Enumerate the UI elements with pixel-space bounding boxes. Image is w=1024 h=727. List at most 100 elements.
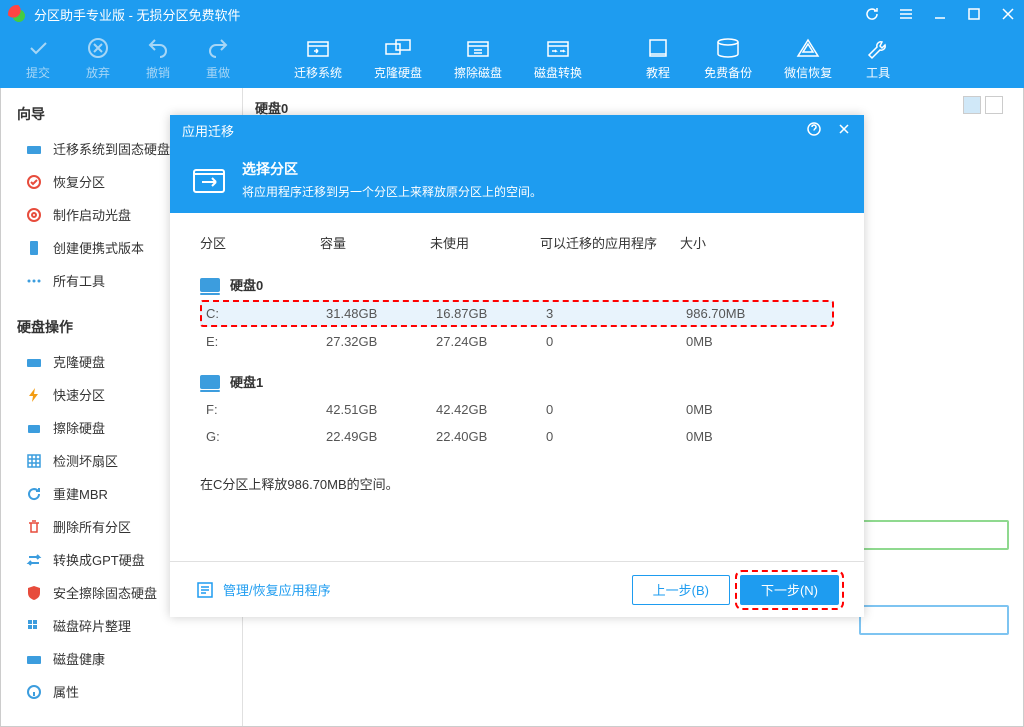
undo-button[interactable]: 撤销 [128, 32, 188, 85]
partition-row[interactable]: G: 22.49GB 22.40GB 0 0MB [200, 423, 834, 450]
sidebar-item-label: 删除所有分区 [53, 517, 131, 536]
sidebar-item-label: 制作启动光盘 [53, 205, 131, 224]
wipe-disk-button[interactable]: 擦除磁盘 [438, 32, 518, 85]
back-button[interactable]: 上一步(B) [632, 575, 730, 605]
disk-convert-button[interactable]: 磁盘转换 [518, 32, 598, 85]
col-partition: 分区 [200, 233, 320, 252]
refresh-icon [25, 485, 43, 503]
sidebar-item-label: 擦除硬盘 [53, 418, 105, 437]
check-icon [24, 36, 52, 60]
tutorial-button[interactable]: 教程 [628, 32, 688, 85]
shield-icon [25, 584, 43, 602]
cancel-icon [84, 36, 112, 60]
migrate-icon [304, 36, 332, 60]
app-logo-icon [8, 5, 26, 23]
maximize-icon[interactable] [966, 6, 982, 22]
dialog-title: 应用迁移 [182, 121, 792, 140]
disk-icon [200, 278, 220, 292]
toolbar: 提交 放弃 撤销 重做 迁移系统 克隆硬盘 擦除磁盘 磁盘转换 教程 免费备份 … [0, 28, 1024, 88]
arrows-icon [25, 551, 43, 569]
sidebar-item-label: 重建MBR [53, 484, 108, 503]
clone-icon [384, 36, 412, 60]
redo-icon [204, 36, 232, 60]
sidebar-item-label: 恢复分区 [53, 172, 105, 191]
disk-header: 硬盘0 [200, 270, 834, 299]
close-icon[interactable] [836, 121, 852, 140]
grid-view-button[interactable] [963, 96, 981, 114]
list-icon [195, 580, 215, 600]
sidebar-item-label: 磁盘碎片整理 [53, 616, 131, 635]
window-controls [864, 6, 1016, 22]
partition-row[interactable]: F: 42.51GB 42.42GB 0 0MB [200, 396, 834, 423]
sidebar-item-label: 安全擦除固态硬盘 [53, 583, 157, 602]
ssd-icon [25, 140, 43, 158]
col-capacity: 容量 [320, 233, 430, 252]
sidebar-item-label: 磁盘健康 [53, 649, 105, 668]
discard-button[interactable]: 放弃 [68, 32, 128, 85]
info-icon [25, 683, 43, 701]
disk-name: 硬盘1 [230, 372, 263, 391]
minimize-icon[interactable] [932, 6, 948, 22]
book-icon [644, 36, 672, 60]
partition-row[interactable]: C: 31.48GB 16.87GB 3 986.70MB [200, 300, 834, 327]
col-migratable: 可以迁移的应用程序 [540, 233, 680, 252]
clone-icon [25, 353, 43, 371]
release-text: 在C分区上释放986.70MB的空间。 [200, 474, 834, 493]
col-size: 大小 [680, 233, 834, 252]
partition-row[interactable]: E: 27.32GB 27.24GB 0 0MB [200, 328, 834, 355]
cd-icon [25, 206, 43, 224]
window-title: 分区助手专业版 - 无损分区免费软件 [34, 5, 864, 24]
folder-arrow-icon [190, 160, 228, 198]
refresh-icon[interactable] [864, 6, 880, 22]
col-unused: 未使用 [430, 233, 540, 252]
menu-icon[interactable] [898, 6, 914, 22]
grid-icon [25, 452, 43, 470]
view-toggle [963, 96, 1003, 114]
heart-icon [25, 650, 43, 668]
sidebar-item-label: 快速分区 [53, 385, 105, 404]
recover-icon [25, 173, 43, 191]
disk-name: 硬盘0 [230, 275, 263, 294]
sidebar-item-label: 所有工具 [53, 271, 105, 290]
sidebar-item-disk-health[interactable]: 磁盘健康 [1, 642, 242, 675]
eraser-icon [25, 419, 43, 437]
dialog-titlebar: 应用迁移 [170, 115, 864, 145]
migrate-system-button[interactable]: 迁移系统 [278, 32, 358, 85]
clone-disk-button[interactable]: 克隆硬盘 [358, 32, 438, 85]
free-backup-button[interactable]: 免费备份 [688, 32, 768, 85]
partition-bar-blue [859, 605, 1009, 635]
table-header: 分区 容量 未使用 可以迁移的应用程序 大小 [200, 233, 834, 260]
help-icon[interactable] [806, 121, 822, 140]
disk-icon [200, 375, 220, 389]
tools-button[interactable]: 工具 [848, 32, 908, 85]
manage-recover-link[interactable]: 管理/恢复应用程序 [195, 580, 331, 600]
app-migration-dialog: 应用迁移 选择分区 将应用程序迁移到另一个分区上来释放原分区上的空间。 分区 容… [170, 115, 864, 617]
banner-subtitle: 将应用程序迁移到另一个分区上来释放原分区上的空间。 [242, 183, 542, 200]
redo-button[interactable]: 重做 [188, 32, 248, 85]
next-button[interactable]: 下一步(N) [740, 575, 839, 605]
sidebar-item-label: 克隆硬盘 [53, 352, 105, 371]
undo-icon [144, 36, 172, 60]
dots-icon [25, 272, 43, 290]
sidebar-item-label: 属性 [53, 682, 79, 701]
sidebar-item-label: 检测坏扇区 [53, 451, 118, 470]
lightning-icon [25, 386, 43, 404]
banner-title: 选择分区 [242, 159, 542, 179]
dialog-footer: 管理/恢复应用程序 上一步(B) 下一步(N) [170, 561, 864, 617]
dialog-body: 分区 容量 未使用 可以迁移的应用程序 大小 硬盘0 C: 31.48GB 16… [170, 213, 864, 561]
wechat-recovery-button[interactable]: 微信恢复 [768, 32, 848, 85]
list-view-button[interactable] [985, 96, 1003, 114]
commit-button[interactable]: 提交 [8, 32, 68, 85]
defrag-icon [25, 617, 43, 635]
trash-icon [25, 518, 43, 536]
partition-bar-green [859, 520, 1009, 550]
disk-header: 硬盘1 [200, 367, 834, 396]
wrench-icon [864, 36, 892, 60]
partition-table: 分区 容量 未使用 可以迁移的应用程序 大小 硬盘0 C: 31.48GB 16… [200, 233, 834, 450]
sidebar-item-label: 转换成GPT硬盘 [53, 550, 145, 569]
wipe-icon [464, 36, 492, 60]
dialog-banner: 选择分区 将应用程序迁移到另一个分区上来释放原分区上的空间。 [170, 145, 864, 213]
sidebar-item-properties[interactable]: 属性 [1, 675, 242, 708]
sidebar-item-label: 迁移系统到固态硬盘 [53, 139, 170, 158]
close-icon[interactable] [1000, 6, 1016, 22]
